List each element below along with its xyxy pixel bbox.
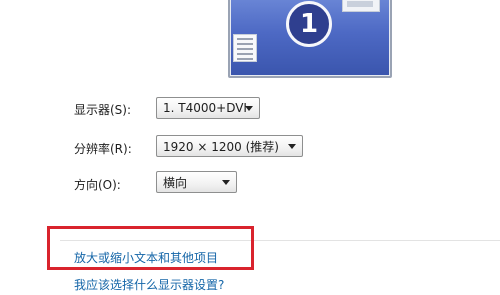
resolution-label: 分辨率(R): bbox=[74, 142, 132, 156]
monitor-1-preview[interactable]: 1 bbox=[228, 0, 392, 78]
orientation-label: 方向(O): bbox=[74, 178, 121, 192]
chevron-down-icon bbox=[245, 106, 253, 111]
orientation-select-value: 横向 bbox=[163, 175, 188, 190]
section-divider bbox=[60, 240, 500, 241]
resolution-select[interactable]: 1920 × 1200 (推荐) bbox=[156, 135, 303, 157]
chevron-down-icon bbox=[222, 180, 230, 185]
window-thumbnail-icon bbox=[233, 34, 257, 62]
monitor-number-badge: 1 bbox=[286, 1, 332, 47]
display-select[interactable]: 1. T4000+DVI bbox=[156, 97, 260, 119]
window-thumbnail-icon bbox=[342, 0, 380, 12]
monitor-preview-area: 1 bbox=[0, 0, 500, 84]
resolution-select-value: 1920 × 1200 (推荐) bbox=[163, 139, 279, 154]
which-display-settings-link[interactable]: 我应该选择什么显示器设置? bbox=[74, 276, 224, 293]
chevron-down-icon bbox=[288, 144, 296, 149]
orientation-select[interactable]: 横向 bbox=[156, 171, 237, 193]
display-label: 显示器(S): bbox=[74, 103, 132, 117]
enlarge-text-link[interactable]: 放大或缩小文本和其他项目 bbox=[74, 249, 218, 266]
display-select-value: 1. T4000+DVI bbox=[163, 101, 247, 115]
